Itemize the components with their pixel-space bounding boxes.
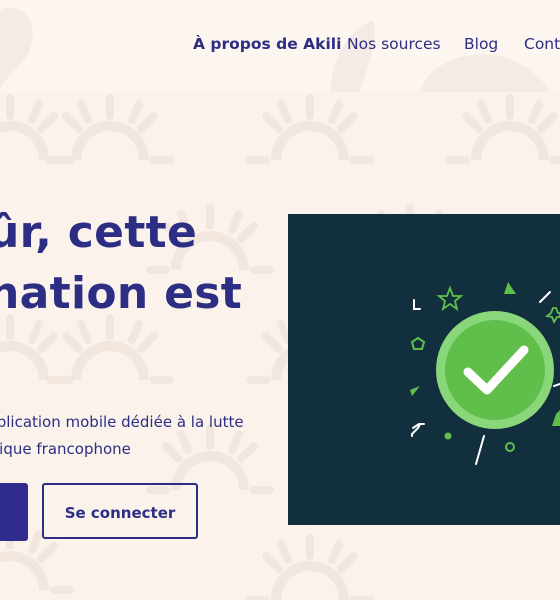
verification-illustration: [288, 214, 560, 525]
site-header: À propos de Akili Nos sources Blog Cont: [0, 0, 560, 92]
nav-link-contact[interactable]: Cont: [524, 34, 560, 54]
nav-link-blog[interactable]: Blog: [464, 34, 498, 54]
hero-title-line-1: ûr, cette: [0, 207, 198, 258]
page: À propos de Akili Nos sources Blog Cont …: [0, 0, 560, 600]
hero-title: ûr, cette nation est: [0, 202, 242, 324]
hero-subtitle-line-1: application mobile dédiée à la lutte: [0, 413, 244, 431]
primary-button[interactable]: [0, 483, 28, 541]
check-badge-icon: [410, 282, 560, 465]
hero-subtitle-line-2: Afrique francophone: [0, 440, 131, 458]
login-button[interactable]: Se connecter: [42, 483, 198, 539]
hero-subtitle: application mobile dédiée à la lutte Afr…: [0, 409, 244, 463]
nav-link-about[interactable]: À propos de Akili: [193, 34, 341, 54]
nav-link-sources[interactable]: Nos sources: [347, 34, 441, 54]
hero-title-line-2: nation est: [0, 268, 243, 319]
